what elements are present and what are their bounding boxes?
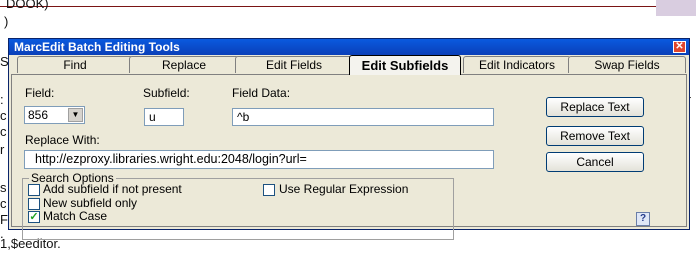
field-data-input[interactable]: ^b xyxy=(232,108,494,126)
background-text-top: DOOK) xyxy=(6,0,49,11)
add-subfield-label: Add subfield if not present xyxy=(43,182,182,196)
field-label: Field: xyxy=(25,86,55,100)
match-case-label: Match Case xyxy=(43,209,108,223)
corner-accent xyxy=(656,0,696,16)
field-data-label: Field Data: xyxy=(232,86,291,100)
background-fragment: c xyxy=(0,196,7,211)
replace-with-input[interactable]: http://ezproxy.libraries.wright.edu:2048… xyxy=(24,150,494,169)
dialog-title: MarcEdit Batch Editing Tools xyxy=(14,40,180,54)
use-regex-label: Use Regular Expression xyxy=(279,182,409,196)
batch-editing-dialog: MarcEdit Batch Editing Tools ✕ Find Repl… xyxy=(8,38,690,240)
dialog-title-bar[interactable]: MarcEdit Batch Editing Tools ✕ xyxy=(9,39,689,55)
background-fragment: s xyxy=(0,180,7,195)
subfield-input[interactable]: u xyxy=(144,108,184,126)
subfield-label: Subfield: xyxy=(143,86,190,100)
field-select-value: 856 xyxy=(28,108,49,122)
add-subfield-checkbox[interactable] xyxy=(28,184,40,196)
cancel-button[interactable]: Cancel xyxy=(546,152,644,172)
new-subfield-only-label: New subfield only xyxy=(43,196,138,210)
tab-edit-indicators[interactable]: Edit Indicators xyxy=(463,56,571,73)
background-fragment: F xyxy=(0,212,8,227)
tab-strip: Find Replace Edit Fields Edit Subfields … xyxy=(11,55,687,75)
background-text-paren: ) xyxy=(4,14,9,29)
tab-find[interactable]: Find xyxy=(17,56,133,73)
background-fragment: c xyxy=(0,124,7,139)
replace-text-button[interactable]: Replace Text xyxy=(546,97,644,117)
document-top-border xyxy=(0,0,696,16)
help-icon[interactable]: ? xyxy=(636,212,650,226)
new-subfield-only-checkbox[interactable] xyxy=(28,198,40,210)
tab-swap-fields[interactable]: Swap Fields xyxy=(568,56,686,73)
background-fragment: : xyxy=(0,92,4,107)
background-fragment: r xyxy=(0,142,5,157)
remove-text-button[interactable]: Remove Text xyxy=(546,126,644,146)
chevron-down-icon[interactable]: ▼ xyxy=(68,108,83,122)
close-icon[interactable]: ✕ xyxy=(673,41,686,53)
field-select[interactable]: 856 ▼ xyxy=(24,106,85,124)
background-fragment: . xyxy=(0,226,4,241)
use-regex-checkbox[interactable] xyxy=(263,184,275,196)
tab-edit-fields[interactable]: Edit Fields xyxy=(235,56,353,73)
replace-with-label: Replace With: xyxy=(25,133,100,147)
background-fragment: c xyxy=(0,108,7,123)
search-options-group: Search Options Add subfield if not prese… xyxy=(22,171,454,240)
match-case-checkbox[interactable]: ✓ xyxy=(28,211,40,223)
edit-subfields-panel: Field: 856 ▼ Subfield: u Field Data: ^b … xyxy=(11,74,687,240)
tab-replace[interactable]: Replace xyxy=(129,56,239,73)
tab-edit-subfields[interactable]: Edit Subfields xyxy=(349,55,461,75)
